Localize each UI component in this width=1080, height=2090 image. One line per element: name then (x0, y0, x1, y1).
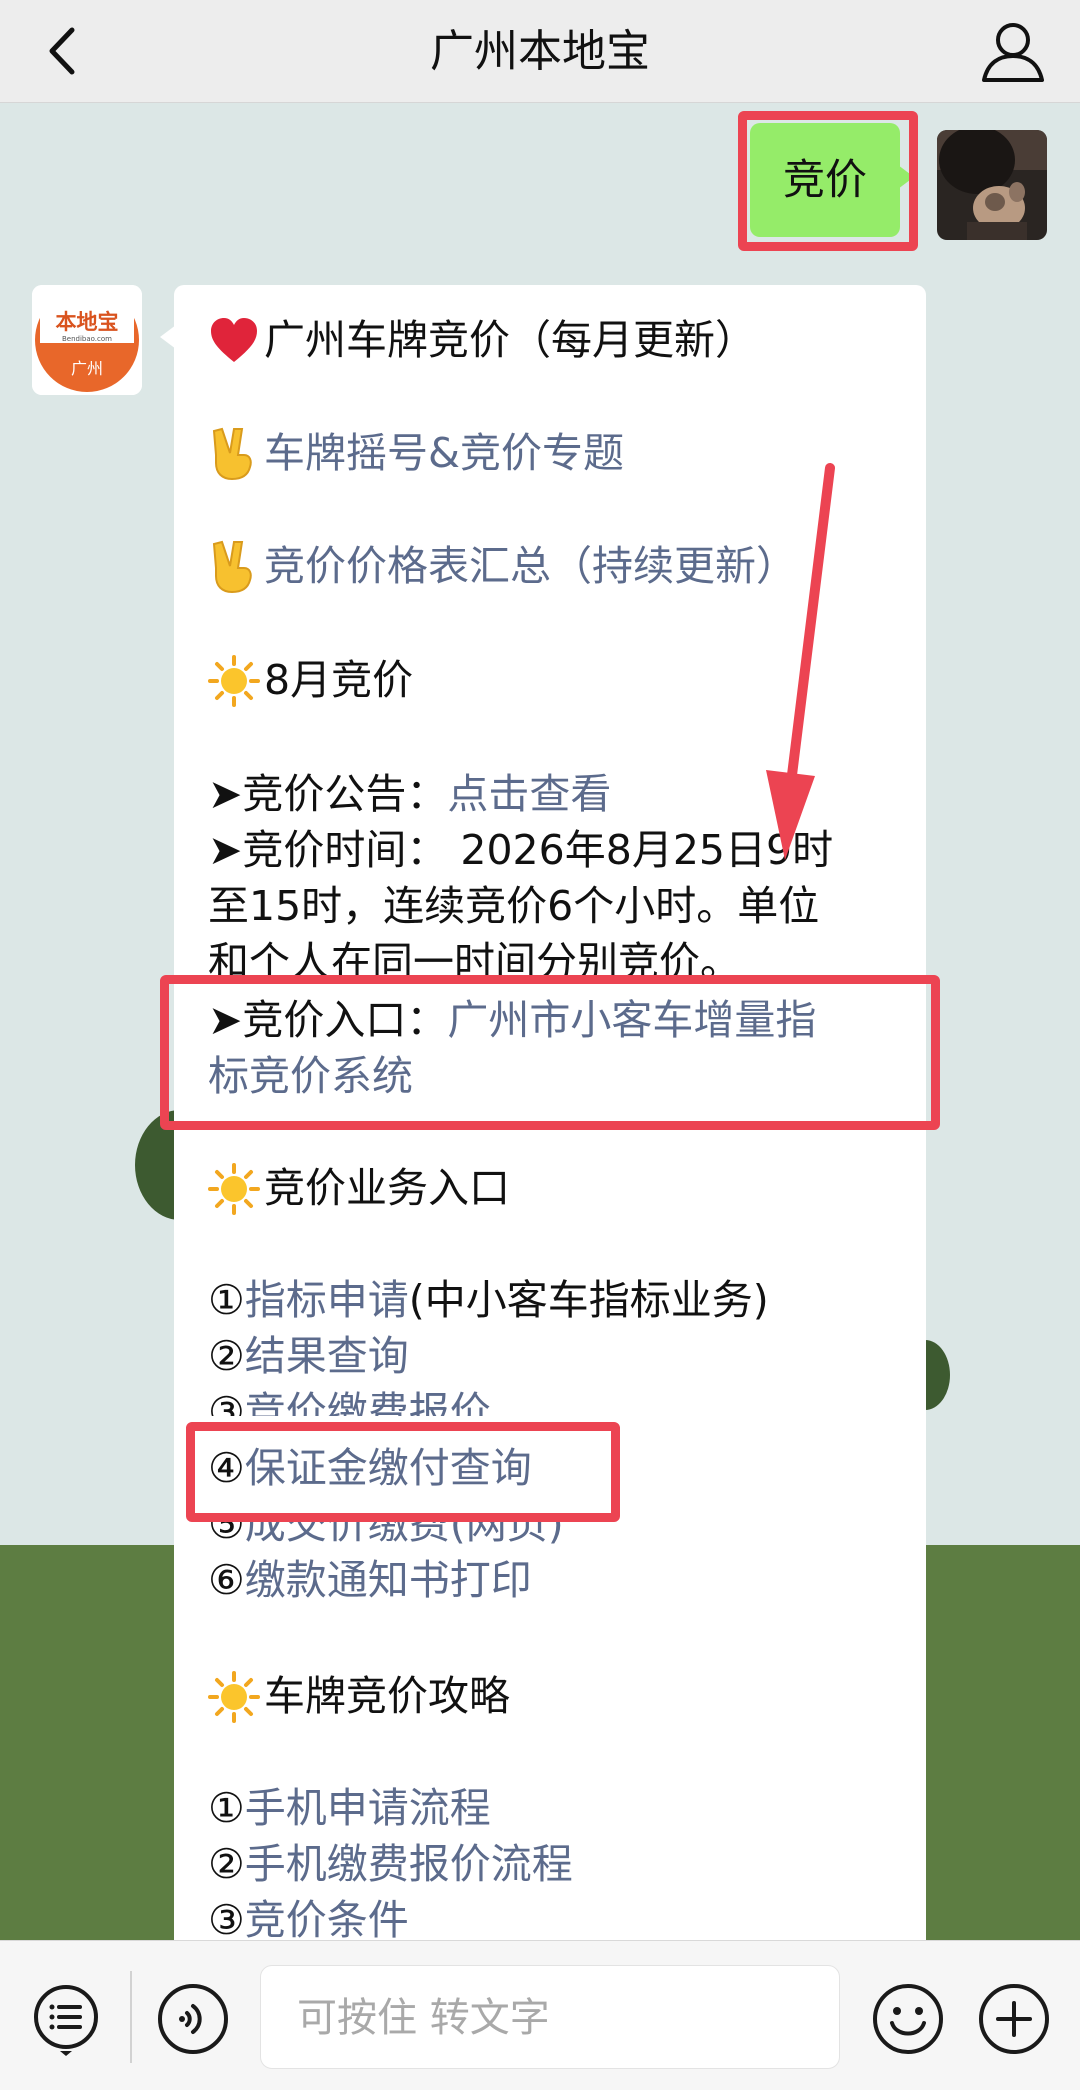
logo-city: 广州 (71, 359, 103, 378)
time-line: ➤竞价时间： 2026年8月25日9时 (208, 826, 834, 874)
nav-bar: 广州本地宝 (0, 0, 1080, 103)
message-input[interactable]: 可按住 转文字 (260, 1965, 840, 2069)
month-heading: 8月竞价 (208, 652, 413, 721)
plus-icon[interactable] (976, 1981, 1052, 2057)
business-item[interactable]: ③竞价缴费报价 (208, 1384, 491, 1416)
highlight-box (738, 111, 918, 251)
business-heading: 竞价业务入口 (208, 1160, 510, 1229)
time-line: 至15时，连续竞价6个小时。单位 (208, 882, 820, 930)
guide-item[interactable]: ②手机缴费报价流程 (208, 1836, 573, 1892)
logo-text: 本地宝 (56, 310, 119, 334)
avatar[interactable]: 本地宝 Bendibao.com 广州 (32, 285, 142, 395)
price-table-link[interactable]: 竞价价格表汇总（持续更新） (264, 542, 797, 590)
notice-item: ➤竞价公告：点击查看 (208, 770, 612, 818)
topic-link-item[interactable]: 车牌摇号&竞价专题 (208, 425, 624, 495)
avatar[interactable] (937, 130, 1047, 240)
smiley-icon[interactable] (870, 1981, 946, 2057)
menu-list-icon[interactable] (28, 1981, 104, 2057)
divider (130, 1971, 132, 2063)
sun-icon (208, 1160, 264, 1229)
message-heading: 广州车牌竞价（每月更新） (208, 312, 756, 381)
highlight-box (160, 975, 940, 1130)
input-bar: 可按住 转文字 (0, 1940, 1080, 2090)
input-placeholder: 可按住 转文字 (297, 1995, 550, 2041)
guide-heading: 车牌竞价攻略 (208, 1668, 510, 1737)
victory-hand-icon (208, 538, 264, 608)
price-link-item[interactable]: 竞价价格表汇总（持续更新） (208, 538, 797, 608)
logo-domain: Bendibao.com (62, 335, 112, 343)
business-item[interactable]: ②结果查询 (208, 1328, 409, 1384)
victory-hand-icon (208, 425, 264, 495)
guide-item[interactable]: ①手机申请流程 (208, 1780, 491, 1836)
heart-icon (208, 312, 264, 381)
highlight-box (186, 1422, 620, 1522)
voice-icon[interactable] (155, 1981, 231, 2057)
business-item[interactable]: ⑥缴款通知书打印 (208, 1552, 532, 1608)
business-item[interactable]: ①指标申请(中小客车指标业务) (208, 1272, 769, 1328)
sun-icon (208, 652, 264, 721)
page-title: 广州本地宝 (430, 26, 650, 77)
sun-icon (208, 1668, 264, 1737)
topic-link[interactable]: 车牌摇号&竞价专题 (264, 429, 624, 477)
notice-link[interactable]: 点击查看 (447, 770, 611, 818)
person-icon[interactable] (976, 14, 1050, 88)
